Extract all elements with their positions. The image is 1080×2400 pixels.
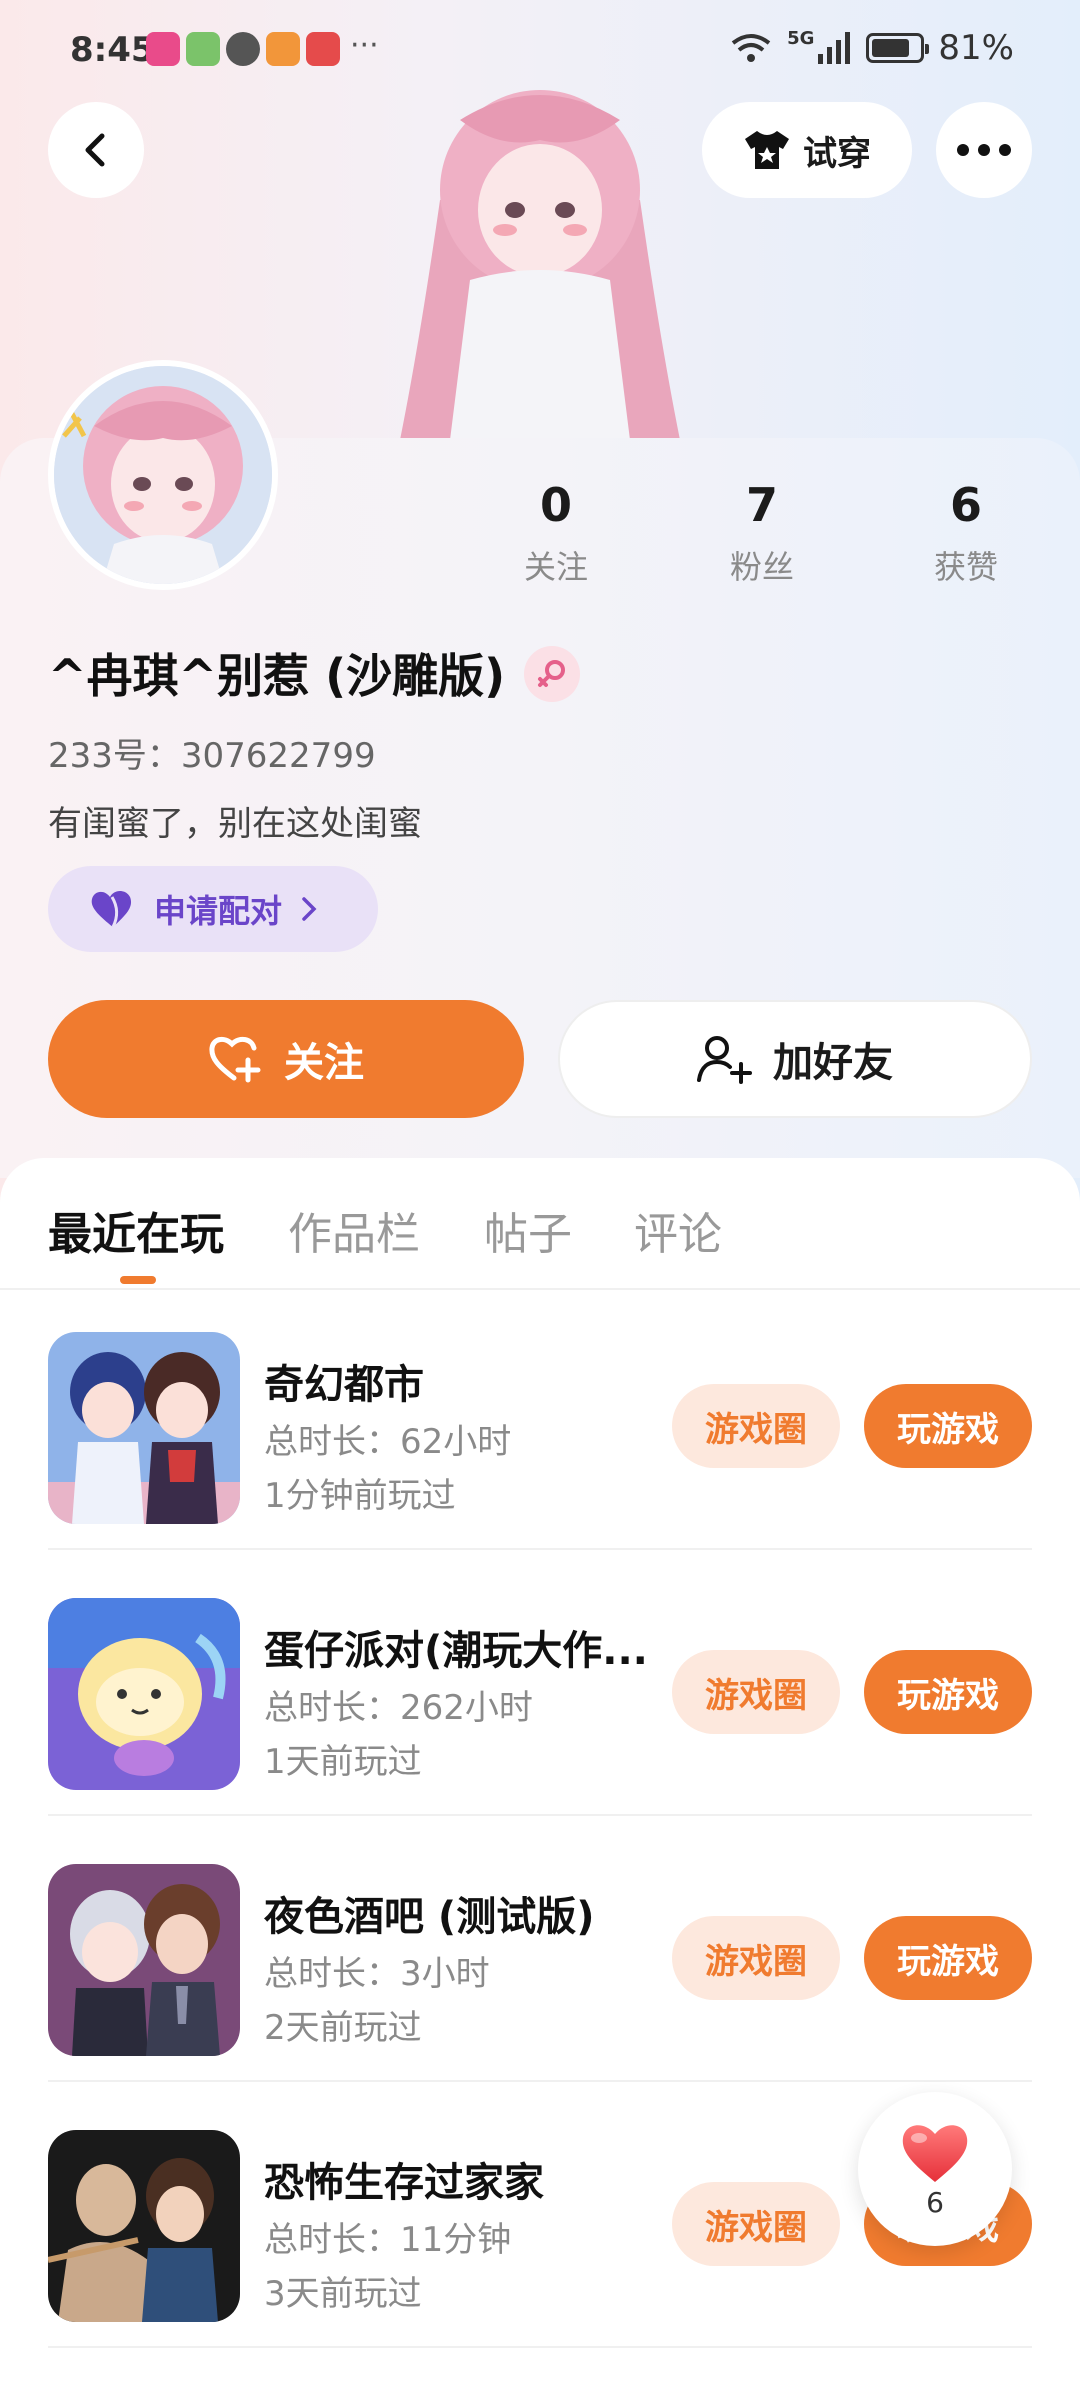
following-count: 0 [539,478,572,532]
tab-works[interactable]: 作品栏 [288,1198,420,1262]
game-last-played: 3天前玩过 [264,2274,422,2314]
character-figure-image [400,90,680,440]
game-row[interactable]: 夜色酒吧 (测试版) 总时长：3小时 2天前玩过 游戏圈 玩游戏 [48,1820,1032,2082]
back-arrow-icon [85,133,105,167]
game-duration: 总时长：11分钟 [264,2220,512,2260]
signal-icon [818,32,851,64]
try-on-button[interactable]: 试穿 [702,102,912,198]
more-dots-icon [957,144,1011,156]
game-thumbnail [48,1864,240,2056]
follow-button[interactable]: 关注 [48,1000,524,1118]
divider [48,1814,1032,1816]
divider [48,2080,1032,2082]
fans-label: 粉丝 [729,548,794,586]
status-time: 8:45 [70,30,155,70]
game-duration: 总时长：3小时 [264,1954,490,1994]
game-title: 蛋仔派对(潮玩大作... [264,1628,648,1674]
chevron-right-icon [302,897,317,921]
divider [48,2346,1032,2348]
profile-bio: 有闺蜜了，别在这处闺蜜 [48,804,422,844]
red-heart-icon [902,2124,968,2182]
following-label: 关注 [523,548,588,586]
try-on-label: 试穿 [803,133,871,174]
likes-count: 6 [949,478,982,532]
media-app-notification-icon [266,32,300,66]
tshirt-icon [745,131,789,169]
user-id: 233号：307622799 [48,736,376,776]
stat-likes[interactable]: 6 获赞 [896,478,1036,588]
game-duration: 总时长：62小时 [264,1422,512,1462]
game-duration: 总时长：262小时 [264,1688,533,1728]
game-circle-button[interactable]: 游戏圈 [672,1384,840,1468]
play-game-button[interactable]: 玩游戏 [864,1650,1032,1734]
video-app-notification-icon [146,32,180,66]
add-friend-label: 加好友 [773,1040,893,1086]
game-circle-button[interactable]: 游戏圈 [672,1916,840,2000]
game-title: 夜色酒吧 (测试版) [264,1894,595,1940]
game-title: 恐怖生存过家家 [264,2160,544,2206]
fans-count: 7 [745,478,778,532]
stat-fans[interactable]: 7 粉丝 [692,478,832,588]
game-thumbnail [48,1598,240,1790]
like-count: 6 [926,2185,944,2219]
battery-percent: 81% [938,28,1014,68]
game-last-played: 1分钟前玩过 [264,1476,456,1516]
female-gender-icon [524,646,580,702]
profile-page: 8:45 ··· 5G 81% 试穿 0 关注 7 粉丝 6 获赞 ^冉琪^别惹… [0,0,1080,2400]
stat-following[interactable]: 0 关注 [486,478,626,588]
request-pair-button[interactable]: 申请配对 [48,866,378,952]
more-options-button[interactable] [936,102,1032,198]
profile-name: ^冉琪^别惹 (沙雕版) [48,649,506,703]
game-app-notification-icon [186,32,220,66]
tab-posts[interactable]: 帖子 [484,1198,572,1262]
avatar-image [54,366,272,584]
game-row[interactable]: 奇幻都市 总时长：62小时 1分钟前玩过 游戏圈 玩游戏 [48,1288,1032,1550]
add-user-icon [697,1036,752,1084]
wifi-icon [731,34,771,62]
network-type-label: 5G [787,28,815,49]
request-pair-label: 申请配对 [154,892,283,930]
active-tab-indicator [120,1276,156,1284]
status-right-cluster: 5G 81% [729,28,1014,68]
game-last-played: 1天前玩过 [264,1742,422,1782]
avatar[interactable] [48,360,278,590]
game-row[interactable]: 蛋仔派对(潮玩大作... 总时长：262小时 1天前玩过 游戏圈 玩游戏 [48,1554,1032,1816]
game-thumbnail [48,2130,240,2322]
tab-bar: 最近在玩 作品栏 帖子 评论 [0,1158,1080,1290]
tab-comments[interactable]: 评论 [634,1198,722,1262]
book-app-notification-icon [306,32,340,66]
follow-label: 关注 [284,1040,364,1086]
divider [48,1548,1032,1550]
game-circle-button[interactable]: 游戏圈 [672,1650,840,1734]
more-notifications-icon: ··· [350,28,379,63]
game-circle-button[interactable]: 游戏圈 [672,2182,840,2266]
back-button[interactable] [48,102,144,198]
play-game-button[interactable]: 玩游戏 [864,1916,1032,2000]
heart-icon [91,891,132,928]
game-last-played: 2天前玩过 [264,2008,422,2048]
add-friend-button[interactable]: 加好友 [558,1000,1032,1118]
game-title: 奇幻都市 [264,1362,424,1408]
play-game-button[interactable]: 玩游戏 [864,1384,1032,1468]
tab-recently-playing[interactable]: 最近在玩 [48,1198,224,1262]
battery-icon [866,33,930,63]
game-thumbnail [48,1332,240,1524]
like-floating-button[interactable]: 6 [858,2092,1012,2246]
message-notification-icon [226,32,260,66]
likes-label: 获赞 [933,548,998,586]
heart-plus-icon [209,1036,261,1083]
